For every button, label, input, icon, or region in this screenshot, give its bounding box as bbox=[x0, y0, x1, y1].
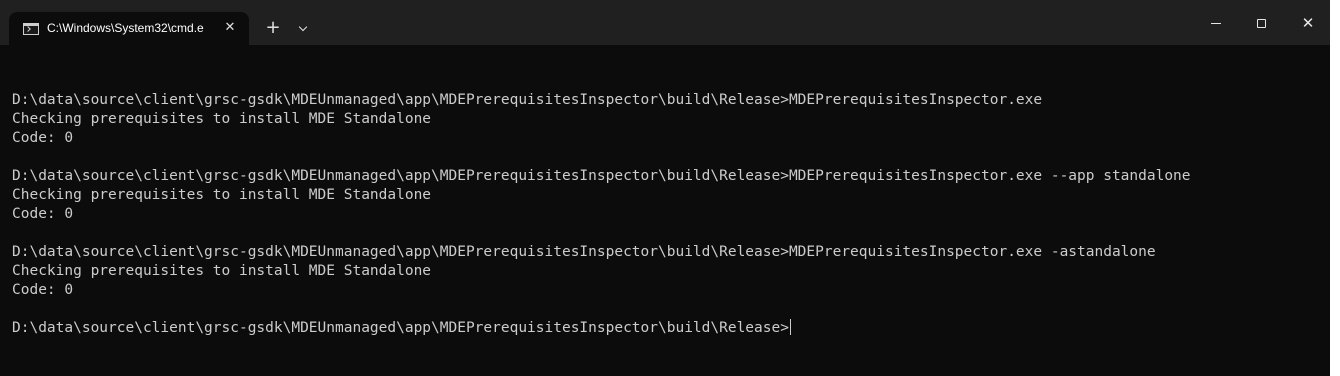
terminal-window: C:\Windows\System32\cmd.e ✕ + ✕ D:\data\… bbox=[0, 0, 1330, 376]
minimize-button[interactable] bbox=[1193, 0, 1239, 45]
prompt-line: D:\data\source\client\grsc-gsdk\MDEUnman… bbox=[12, 319, 1322, 338]
terminal-line: Code: 0 bbox=[12, 282, 74, 298]
maximize-icon bbox=[1257, 19, 1266, 28]
tab-close-button[interactable]: ✕ bbox=[219, 17, 241, 39]
terminal-line: D:\data\source\client\grsc-gsdk\MDEUnman… bbox=[12, 92, 1043, 108]
new-tab-button[interactable]: + bbox=[260, 17, 286, 41]
background-window-edge bbox=[1330, 0, 1340, 376]
title-bar[interactable]: C:\Windows\System32\cmd.e ✕ + ✕ bbox=[0, 0, 1330, 45]
terminal-line: Code: 0 bbox=[12, 130, 74, 146]
tab-cmd[interactable]: C:\Windows\System32\cmd.e ✕ bbox=[9, 12, 249, 45]
terminal-line: D:\data\source\client\grsc-gsdk\MDEUnman… bbox=[12, 244, 1156, 260]
chevron-down-icon bbox=[298, 22, 308, 32]
terminal-output[interactable]: D:\data\source\client\grsc-gsdk\MDEUnman… bbox=[12, 72, 1322, 338]
close-window-button[interactable]: ✕ bbox=[1285, 0, 1330, 45]
text-cursor bbox=[789, 319, 791, 335]
tab-dropdown-button[interactable] bbox=[292, 17, 314, 41]
prompt-text: D:\data\source\client\grsc-gsdk\MDEUnman… bbox=[12, 320, 789, 336]
minimize-icon bbox=[1211, 23, 1221, 24]
terminal-line: Checking prerequisites to install MDE St… bbox=[12, 263, 432, 279]
terminal-line: Checking prerequisites to install MDE St… bbox=[12, 111, 432, 127]
close-icon: ✕ bbox=[1301, 14, 1315, 32]
terminal-icon bbox=[23, 23, 39, 35]
terminal-line: Checking prerequisites to install MDE St… bbox=[12, 187, 432, 203]
terminal-line: D:\data\source\client\grsc-gsdk\MDEUnman… bbox=[12, 168, 1191, 184]
terminal-line: Code: 0 bbox=[12, 206, 74, 222]
maximize-button[interactable] bbox=[1239, 0, 1285, 45]
tab-title: C:\Windows\System32\cmd.e bbox=[47, 21, 204, 35]
